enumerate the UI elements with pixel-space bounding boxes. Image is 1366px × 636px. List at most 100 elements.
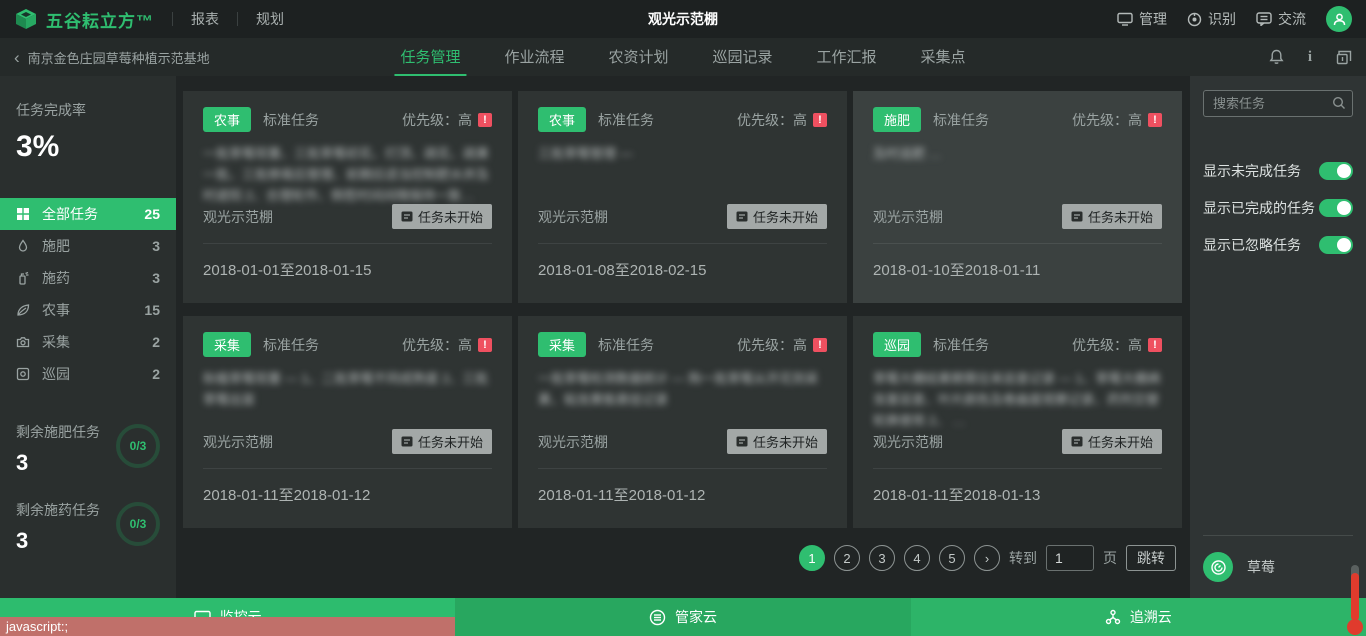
chat-icon — [1256, 12, 1272, 26]
tab-collect-point[interactable]: 采集点 — [915, 38, 972, 76]
toggle-label: 显示已忽略任务 — [1203, 235, 1301, 255]
priority-label: 优先级：高 — [1072, 110, 1142, 130]
priority: 优先级：高 ! — [1072, 110, 1162, 130]
task-card[interactable]: 巡园 标准任务 优先级：高 ! 草莓大棚结果期需往来巡查记录 — 1、草莓大棚病… — [853, 316, 1182, 528]
chat-label: 交流 — [1278, 9, 1306, 29]
status-badge: 任务未开始 — [392, 429, 492, 454]
task-card[interactable]: 施肥 标准任务 优先级：高 ! 及时追肥 … 观光示范棚 任务未开始 — [853, 91, 1182, 303]
sidebar-item-patrol[interactable]: 巡园 2 — [0, 358, 176, 390]
manage-button[interactable]: 管理 — [1117, 9, 1167, 29]
info-icon[interactable]: i — [1308, 49, 1312, 66]
progress-ring: 0/3 — [116, 424, 160, 468]
crop-block[interactable]: 草莓 — [1203, 535, 1353, 582]
page-button-2[interactable]: 2 — [834, 545, 860, 571]
nav-reports[interactable]: 报表 — [191, 9, 219, 29]
task-date-range: 2018-01-08至2018-02-15 — [538, 244, 827, 280]
search-input[interactable] — [1203, 90, 1353, 117]
task-card[interactable]: 采集 标准任务 优先级：高 ! 秋植草莓现蕾 — 1、二批草莓不同成熟度 2、三… — [183, 316, 512, 528]
goto-page-input[interactable] — [1046, 545, 1094, 571]
task-type-tag: 巡园 — [873, 332, 921, 357]
gauge-value: 3 — [16, 450, 116, 476]
page-button-5[interactable]: 5 — [939, 545, 965, 571]
status-text: 任务未开始 — [1088, 207, 1153, 226]
toggle-label: 显示已完成的任务 — [1203, 198, 1315, 218]
toggle-switch[interactable] — [1319, 236, 1353, 254]
remaining-fertilize-gauge: 剩余施肥任务 3 0/3 — [0, 412, 176, 490]
page-button-4[interactable]: 4 — [904, 545, 930, 571]
subbar-icons: i — [1269, 49, 1352, 66]
priority-label: 优先级：高 — [402, 110, 472, 130]
task-location: 观光示范棚 — [538, 207, 608, 227]
nav-planning[interactable]: 规划 — [256, 9, 284, 29]
priority-exclamation-icon: ! — [813, 113, 827, 127]
sidebar-item-label: 施肥 — [42, 236, 70, 256]
manage-label: 管理 — [1139, 9, 1167, 29]
footer-trace-cloud[interactable]: 追溯云 — [911, 598, 1366, 636]
toggle-label: 显示未完成任务 — [1203, 161, 1301, 181]
breadcrumb[interactable]: 南京金色庄园草莓种植示范基地 — [28, 48, 210, 67]
tab-patrol-record[interactable]: 巡园记录 — [707, 38, 779, 76]
tab-work-report[interactable]: 工作汇报 — [811, 38, 883, 76]
task-status-icon — [401, 211, 413, 222]
status-text: 任务未开始 — [753, 207, 818, 226]
manage-screen-icon — [1117, 12, 1133, 26]
body: 任务完成率 3% 全部任务 25 施肥 3 — [0, 76, 1366, 598]
sidebar-item-farming[interactable]: 农事 15 — [0, 294, 176, 326]
task-std-label: 标准任务 — [263, 335, 319, 355]
user-avatar[interactable] — [1326, 6, 1352, 32]
task-type-tag: 采集 — [203, 332, 251, 357]
task-card[interactable]: 农事 标准任务 优先级：高 ! 三批草莓管理 — 观光示范棚 任务未开始 — [518, 91, 847, 303]
completion-block: 任务完成率 3% — [0, 76, 176, 192]
task-std-label: 标准任务 — [933, 335, 989, 355]
sidebar-item-count: 3 — [152, 238, 160, 254]
task-card[interactable]: 农事 标准任务 优先级：高 ! 一批草莓现蕾、三批草莓初花、打顶、疏花、疏果 一… — [183, 91, 512, 303]
priority: 优先级：高 ! — [737, 110, 827, 130]
tab-task-management[interactable]: 任务管理 — [394, 38, 466, 76]
notification-bell-icon[interactable] — [1269, 49, 1284, 65]
priority-exclamation-icon: ! — [478, 338, 492, 352]
windows-stack-icon[interactable] — [1336, 50, 1352, 65]
task-date-range: 2018-01-11至2018-01-12 — [538, 469, 827, 505]
app-logo[interactable]: 五谷耘立方™ — [14, 7, 154, 32]
ring-text: 0/3 — [130, 517, 147, 531]
scrollbar-bar — [1351, 573, 1359, 621]
back-button[interactable]: ‹ — [14, 49, 20, 66]
sidebar-item-pesticide[interactable]: 施药 3 — [0, 262, 176, 294]
task-date-range: 2018-01-11至2018-01-12 — [203, 469, 492, 505]
status-badge: 任务未开始 — [727, 429, 827, 454]
task-std-label: 标准任务 — [598, 335, 654, 355]
toggle-switch[interactable] — [1319, 199, 1353, 217]
tab-agri-plan[interactable]: 农资计划 — [602, 38, 674, 76]
top-actions: 管理 识别 交流 — [1117, 6, 1352, 32]
priority-label: 优先级：高 — [737, 110, 807, 130]
recognize-button[interactable]: 识别 — [1187, 9, 1236, 29]
next-page-button[interactable]: › — [974, 545, 1000, 571]
toggle-switch[interactable] — [1319, 162, 1353, 180]
task-type-tag: 农事 — [203, 107, 251, 132]
task-date-range: 2018-01-01至2018-01-15 — [203, 244, 492, 280]
chat-button[interactable]: 交流 — [1256, 9, 1306, 29]
main-content: 农事 标准任务 优先级：高 ! 一批草莓现蕾、三批草莓初花、打顶、疏花、疏果 一… — [176, 76, 1190, 598]
scrollbar-thumb[interactable] — [1347, 565, 1363, 635]
filter-toggles: 显示未完成任务 显示已完成的任务 显示已忽略任务 — [1203, 161, 1353, 255]
task-std-label: 标准任务 — [598, 110, 654, 130]
patrol-icon — [16, 367, 30, 381]
search-icon[interactable] — [1332, 96, 1346, 110]
task-card[interactable]: 采集 标准任务 优先级：高 ! 一批草莓检测数据统计 — 购一批草莓从开花到采果… — [518, 316, 847, 528]
priority-label: 优先级：高 — [1072, 335, 1142, 355]
page-button-1[interactable]: 1 — [799, 545, 825, 571]
task-std-label: 标准任务 — [263, 110, 319, 130]
priority: 优先级：高 ! — [737, 335, 827, 355]
sidebar-item-all-tasks[interactable]: 全部任务 25 — [0, 198, 176, 230]
person-icon — [1332, 12, 1347, 27]
sidebar-item-fertilize[interactable]: 施肥 3 — [0, 230, 176, 262]
sidebar-item-collect[interactable]: 采集 2 — [0, 326, 176, 358]
footer-steward-cloud[interactable]: 管家云 — [455, 598, 910, 636]
task-description-blurred: 一批草莓检测数据统计 — 购一批草莓从开花到采果、粘虫黄板悬挂记录 — [538, 369, 827, 427]
jump-button[interactable]: 跳转 — [1126, 545, 1176, 571]
page-button-3[interactable]: 3 — [869, 545, 895, 571]
tab-bar: 任务管理 作业流程 农资计划 巡园记录 工作汇报 采集点 — [378, 38, 987, 76]
status-badge: 任务未开始 — [392, 204, 492, 229]
pagination: 1 2 3 4 5 › 转到 页 跳转 — [176, 528, 1190, 571]
tab-work-flow[interactable]: 作业流程 — [498, 38, 570, 76]
